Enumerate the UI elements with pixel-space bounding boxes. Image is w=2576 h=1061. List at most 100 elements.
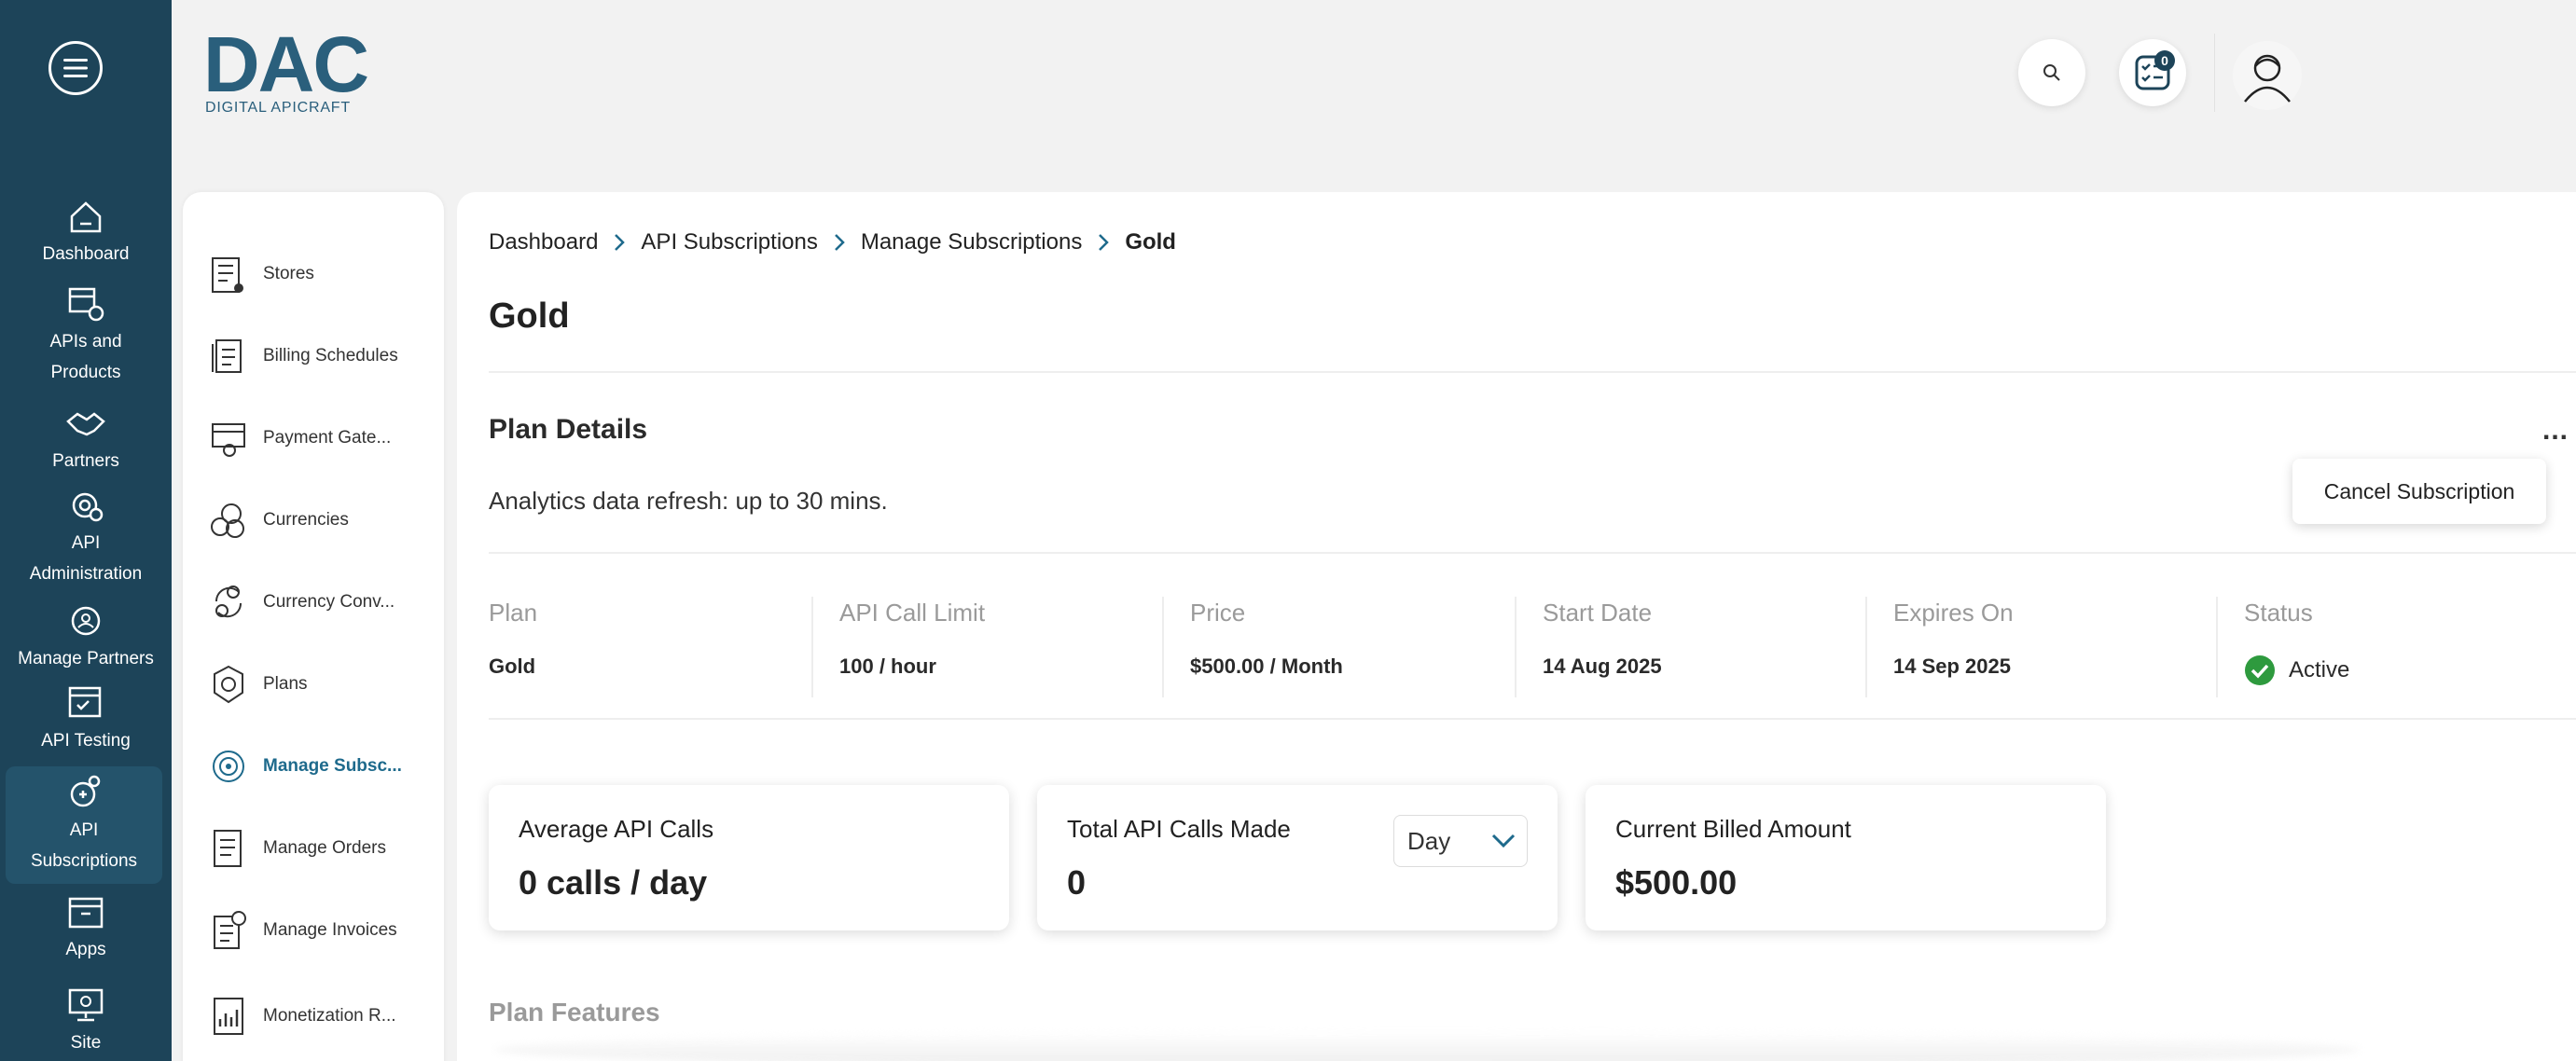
main-panel: Dashboard API Subscriptions Manage Subsc…: [457, 192, 2576, 1061]
page-title: Gold: [489, 296, 570, 336]
subnav-item-label: Manage Orders: [263, 838, 387, 858]
column-header: API Call Limit: [839, 599, 986, 627]
subnav-item-manage-invoices[interactable]: Manage Invoices: [209, 904, 433, 957]
logo-mark: DAC DIGITAL APICRAFT: [203, 21, 369, 116]
rail-item-apps[interactable]: Apps: [0, 893, 172, 965]
topbar-divider: [2214, 34, 2215, 112]
rail-item-site[interactable]: Site: [0, 986, 172, 1058]
rail-item-label: Dashboard: [42, 244, 130, 264]
rail-item-label: API Testing: [41, 731, 131, 751]
rail-item-dashboard[interactable]: Dashboard: [0, 198, 172, 269]
column-value: $500.00 / Month: [1190, 655, 1343, 678]
period-select-value: Day: [1407, 826, 1451, 855]
rail-item-label: Site: [70, 1033, 102, 1053]
left-rail: Dashboard APIs and Products Partners API…: [0, 0, 172, 1061]
more-options-button[interactable]: ...: [2542, 417, 2569, 445]
column-divider: [1865, 597, 1867, 697]
svg-text:DIGITAL APICRAFT: DIGITAL APICRAFT: [205, 100, 351, 116]
rail-item-label: Apps: [65, 940, 106, 959]
plans-gear-icon: [214, 665, 243, 704]
column-header: Plan: [489, 599, 538, 627]
chevron-right-icon: [1099, 234, 1110, 251]
column-value: 14 Aug 2025: [1543, 655, 1662, 678]
column-header: Price: [1190, 599, 1246, 627]
column-value: Gold: [489, 655, 536, 678]
rail-item-manage-partners[interactable]: Manage Partners: [0, 602, 172, 674]
rail-item-partners[interactable]: Partners: [0, 405, 172, 476]
rail-item-label: API Administration: [29, 533, 143, 584]
search-icon: [2043, 64, 2060, 81]
column-header: Status: [2244, 599, 2313, 627]
subnav-item-payment-gateways[interactable]: Payment Gate...: [209, 412, 433, 464]
status-badge: Active: [2244, 655, 2349, 686]
rail-item-label: Manage Partners: [18, 649, 154, 668]
site-monitor-icon: [68, 988, 104, 1022]
subnav-item-label: Stores: [263, 264, 314, 283]
subnav-item-billing-schedules[interactable]: Billing Schedules: [209, 330, 433, 382]
breadcrumb-api-subscriptions[interactable]: API Subscriptions: [641, 229, 817, 255]
api-testing-icon: [68, 686, 102, 718]
breadcrumb-current: Gold: [1125, 229, 1176, 255]
user-avatar[interactable]: [2233, 41, 2302, 110]
period-select[interactable]: Day: [1393, 815, 1528, 867]
current-billed-amount-card: Current Billed Amount $500.00: [1586, 785, 2106, 930]
average-api-calls-card: Average API Calls 0 calls / day: [489, 785, 1009, 930]
subnav-item-label: Currency Conv...: [263, 592, 395, 612]
tasks-count-badge: 0: [2154, 50, 2175, 71]
currencies-coins-icon: [211, 503, 244, 538]
total-api-calls-card: Total API Calls Made 0 Day: [1037, 785, 1558, 930]
rail-item-api-subscriptions[interactable]: API Subscriptions: [6, 766, 162, 884]
subscriptions-icon: [70, 775, 101, 807]
rail-item-api-testing[interactable]: API Testing: [0, 684, 172, 756]
sub-navigation: Stores Billing Schedules Payment Gate...…: [183, 192, 444, 1061]
subnav-item-stores[interactable]: Stores: [209, 248, 433, 300]
subnav-item-plans[interactable]: Plans: [209, 658, 433, 710]
divider: [489, 552, 2576, 554]
subnav-item-currency-conversion[interactable]: Currency Conv...: [209, 576, 433, 628]
breadcrumb-manage-subscriptions[interactable]: Manage Subscriptions: [861, 229, 1082, 255]
rail-item-api-administration[interactable]: API Administration: [0, 487, 172, 589]
column-header: Expires On: [1893, 599, 2014, 627]
column-divider: [1515, 597, 1517, 697]
subnav-item-label: Currencies: [263, 510, 349, 530]
chevron-down-icon: [1491, 834, 1516, 848]
cancel-subscription-label: Cancel Subscription: [2323, 478, 2515, 503]
rail-item-apis-and-products[interactable]: APIs and Products: [0, 285, 172, 388]
column-divider: [1162, 597, 1164, 697]
column-divider: [2216, 597, 2218, 697]
subnav-item-manage-orders[interactable]: Manage Orders: [209, 822, 433, 875]
admin-gear-icon: [72, 492, 104, 522]
rail-item-label: API Subscriptions: [30, 820, 138, 871]
subnav-item-label: Payment Gate...: [263, 428, 392, 448]
card-value: 0 calls / day: [519, 863, 708, 902]
check-circle-icon: [2245, 655, 2275, 685]
loading-shadow: [494, 1031, 2360, 1061]
divider: [489, 371, 2576, 373]
card-label: Total API Calls Made: [1067, 815, 1291, 843]
rail-item-label: Partners: [52, 451, 119, 471]
divider: [489, 718, 2576, 720]
subnav-item-label: Manage Invoices: [263, 920, 397, 940]
subnav-item-label: Plans: [263, 674, 308, 694]
card-value: 0: [1067, 863, 1087, 902]
subnav-item-manage-subscriptions[interactable]: Manage Subsc...: [209, 740, 433, 792]
menu-toggle-button[interactable]: [48, 41, 103, 95]
column-header: Start Date: [1543, 599, 1653, 627]
manage-partners-icon: [71, 606, 101, 636]
cancel-subscription-menu-item[interactable]: Cancel Subscription: [2292, 459, 2546, 524]
card-label: Average API Calls: [519, 815, 714, 843]
tasks-button[interactable]: 0: [2119, 39, 2186, 106]
column-divider: [811, 597, 813, 697]
payment-gateway-icon: [212, 423, 245, 457]
svg-text:DAC: DAC: [203, 28, 367, 108]
breadcrumb-dashboard[interactable]: Dashboard: [489, 229, 598, 255]
dac-logo[interactable]: DAC DIGITAL APICRAFT: [203, 21, 381, 117]
card-value: $500.00: [1615, 863, 1738, 902]
plan-details-table: Plan Gold API Call Limit 100 / hour Pric…: [489, 586, 2576, 744]
monetization-report-icon: [214, 998, 243, 1035]
subnav-item-monetization-reports[interactable]: Monetization R...: [209, 990, 433, 1042]
chevron-right-icon: [615, 234, 626, 251]
subnav-item-currencies[interactable]: Currencies: [209, 494, 433, 546]
analytics-refresh-note: Analytics data refresh: up to 30 mins.: [489, 487, 888, 515]
search-button[interactable]: [2018, 39, 2085, 106]
